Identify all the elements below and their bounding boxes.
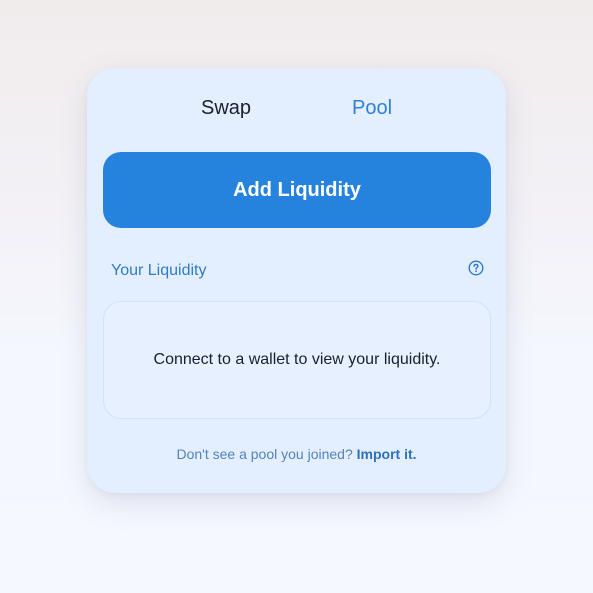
tab-pool[interactable]: Pool: [352, 92, 392, 124]
import-prompt-text: Don't see a pool you joined?: [176, 446, 353, 462]
import-pool-footer: Don't see a pool you joined? Import it.: [87, 446, 506, 462]
pool-card: Swap Pool Add Liquidity Your Liquidity C…: [87, 68, 506, 493]
question-circle-icon[interactable]: [468, 260, 484, 276]
tab-bar: Swap Pool: [87, 92, 506, 124]
add-liquidity-button[interactable]: Add Liquidity: [103, 152, 491, 228]
liquidity-empty-state: Connect to a wallet to view your liquidi…: [103, 301, 491, 419]
connect-wallet-message: Connect to a wallet to view your liquidi…: [153, 351, 441, 368]
import-pool-link[interactable]: Import it.: [357, 446, 417, 462]
tab-swap[interactable]: Swap: [201, 92, 251, 124]
your-liquidity-header: Your Liquidity: [111, 258, 484, 284]
your-liquidity-title: Your Liquidity: [111, 262, 207, 279]
